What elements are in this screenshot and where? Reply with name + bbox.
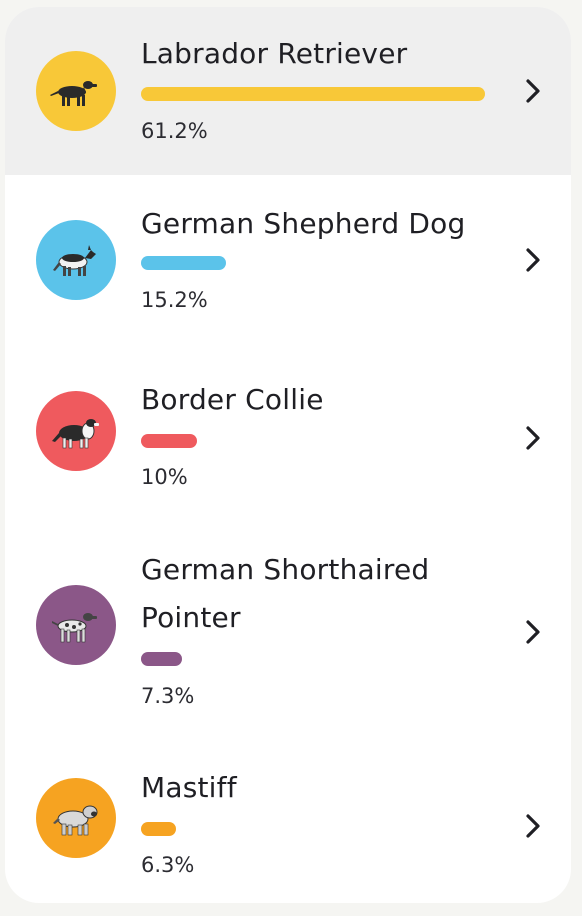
breed-avatar (36, 778, 116, 858)
breed-percentage-label: 10% (141, 465, 188, 489)
breed-percentage-label: 6.3% (141, 853, 195, 877)
breed-list-card: Labrador Retriever 61.2% German Shepherd… (5, 7, 571, 903)
breed-name: German Shepherd Dog (141, 207, 466, 240)
pointer-dog-icon (52, 613, 97, 643)
breed-name: Mastiff (141, 771, 237, 804)
breed-percentage-bar (141, 256, 226, 270)
breed-percentage-bar (141, 87, 485, 101)
border-collie-dog-icon (52, 419, 99, 449)
breed-avatar (36, 585, 116, 665)
chevron-right-icon[interactable] (523, 812, 543, 840)
breed-name: German Shorthaired Pointer (141, 553, 430, 634)
chevron-right-icon[interactable] (523, 77, 543, 105)
chevron-right-icon[interactable] (523, 424, 543, 452)
breed-avatar (36, 51, 116, 131)
breed-row-labrador-retriever[interactable]: Labrador Retriever 61.2% (5, 7, 571, 175)
breed-percentage-bar (141, 822, 176, 836)
breed-percentage-bar (141, 652, 182, 666)
breed-row-german-shepherd-dog[interactable]: German Shepherd Dog 15.2% (5, 175, 571, 345)
chevron-right-icon[interactable] (523, 618, 543, 646)
german-shepherd-dog-icon (53, 245, 96, 276)
breed-avatar (36, 220, 116, 300)
labrador-dog-icon (50, 81, 97, 106)
breed-percentage-label: 7.3% (141, 684, 195, 708)
breed-row-border-collie[interactable]: Border Collie 10% (5, 345, 571, 515)
breed-percentage-label: 61.2% (141, 119, 208, 143)
mastiff-dog-icon (53, 805, 98, 836)
breed-avatar (36, 391, 116, 471)
breed-row-german-shorthaired-pointer[interactable]: German Shorthaired Pointer 7.3% (5, 515, 571, 733)
breed-row-mastiff[interactable]: Mastiff 6.3% (5, 733, 571, 903)
breed-percentage-bar (141, 434, 197, 448)
breed-percentage-label: 15.2% (141, 288, 208, 312)
breed-name: Labrador Retriever (141, 37, 408, 70)
chevron-right-icon[interactable] (523, 246, 543, 274)
breed-name: Border Collie (141, 383, 324, 416)
